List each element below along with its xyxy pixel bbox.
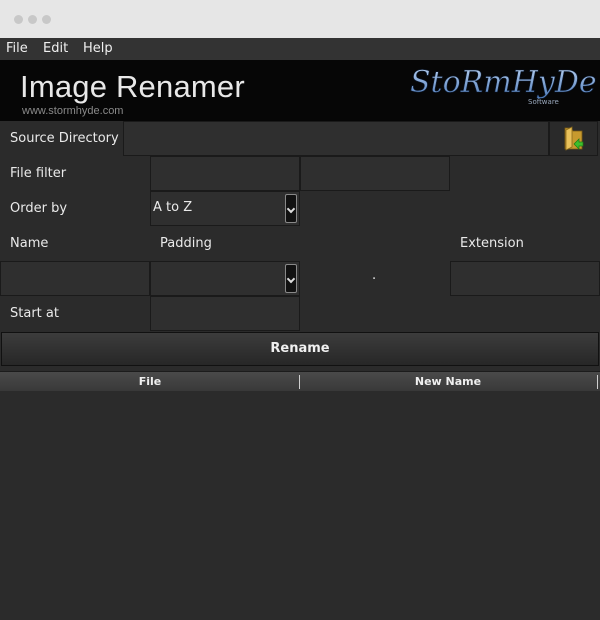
source-directory-input[interactable] (124, 122, 548, 155)
chevron-down-icon[interactable] (285, 264, 297, 293)
window-minimize-dot[interactable] (28, 15, 37, 24)
name-field[interactable] (0, 261, 150, 296)
extension-label: Extension (460, 236, 524, 251)
source-directory-field[interactable] (123, 121, 549, 156)
start-at-label: Start at (10, 306, 59, 321)
start-at-input[interactable] (151, 297, 299, 330)
logo-subtext: Software (528, 98, 559, 106)
name-input[interactable] (1, 262, 149, 295)
rename-button[interactable]: Rename (1, 332, 599, 366)
file-filter-label: File filter (10, 166, 67, 181)
app-url: www.stormhyde.com (22, 105, 124, 117)
padding-dropdown[interactable] (150, 261, 300, 296)
extension-field[interactable] (450, 261, 600, 296)
file-filter-field-2[interactable] (300, 156, 450, 191)
folder-arrow-icon (564, 126, 584, 151)
column-divider-end[interactable] (597, 375, 598, 389)
chevron-down-icon[interactable] (285, 194, 297, 223)
window-maximize-dot[interactable] (42, 15, 51, 24)
window-titlebar (0, 0, 600, 38)
start-at-field[interactable] (150, 296, 300, 331)
menu-help[interactable]: Help (83, 41, 113, 56)
order-by-dropdown[interactable]: A to Z (150, 191, 300, 226)
file-filter-input-1[interactable] (151, 157, 299, 190)
extension-separator: . (372, 268, 377, 283)
menu-bar: File Edit Help (0, 38, 600, 60)
stormhyde-logo: StoRmHyDe Software (410, 65, 597, 106)
table-header: File New Name (0, 371, 600, 392)
extension-input[interactable] (451, 262, 599, 295)
order-by-value: A to Z (153, 200, 193, 215)
file-list-table[interactable] (0, 391, 600, 620)
logo-text: StoRmHyDe (410, 65, 597, 100)
app-banner: Image Renamer www.stormhyde.com StoRmHyD… (0, 60, 600, 121)
file-filter-input-2[interactable] (301, 157, 449, 190)
padding-label: Padding (160, 236, 212, 251)
file-filter-field-1[interactable] (150, 156, 300, 191)
window-close-dot[interactable] (14, 15, 23, 24)
menu-edit[interactable]: Edit (43, 41, 68, 56)
name-label: Name (10, 236, 49, 251)
column-header-file[interactable]: File (0, 375, 300, 388)
app-title: Image Renamer (20, 69, 245, 104)
order-by-label: Order by (10, 201, 68, 216)
browse-folder-button[interactable] (549, 121, 598, 156)
menu-file[interactable]: File (6, 41, 28, 56)
column-header-new-name[interactable]: New Name (300, 375, 596, 388)
source-directory-label: Source Directory (10, 131, 119, 146)
